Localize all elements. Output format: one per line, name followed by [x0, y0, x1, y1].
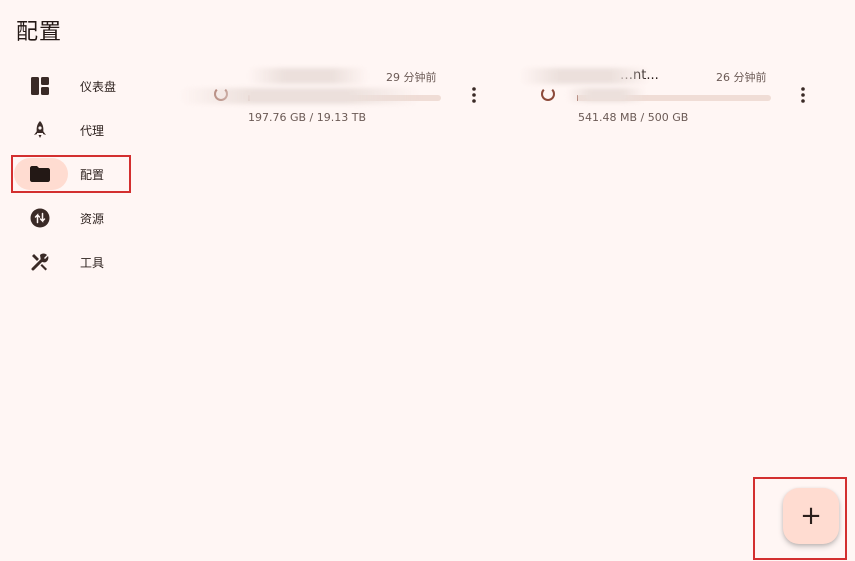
- profile-menu-button[interactable]: [464, 84, 484, 106]
- dashboard-icon: [29, 76, 51, 96]
- profile-menu-button[interactable]: [793, 84, 813, 106]
- more-vert-icon: [801, 87, 805, 103]
- traffic-usage: 197.76 GB / 19.13 TB: [248, 111, 367, 124]
- profile-updated-time: 26 分钟前: [716, 71, 767, 84]
- swap-vert-icon: [29, 208, 51, 228]
- redacted-name: [520, 68, 650, 84]
- loading-spinner-icon: [541, 87, 555, 101]
- profile-card[interactable]: 29 分钟前 197.76 GB / 19.13 TB: [170, 60, 476, 130]
- sidebar-item-label: 仪表盘: [80, 80, 117, 94]
- redacted-name: [248, 68, 368, 84]
- sidebar-item-label: 配置: [80, 168, 105, 182]
- redacted-overlay: [566, 88, 646, 102]
- rocket-icon: [29, 120, 51, 140]
- more-vert-icon: [472, 87, 476, 103]
- folder-icon: [29, 164, 51, 184]
- add-profile-button[interactable]: +: [783, 488, 839, 544]
- sidebar-item-label: 工具: [80, 256, 105, 270]
- profile-updated-time: 29 分钟前: [386, 71, 437, 84]
- redacted-overlay: [180, 88, 420, 104]
- add-icon: +: [800, 501, 822, 531]
- sidebar-item-label: 代理: [80, 124, 105, 138]
- sidebar-item-dashboard[interactable]: 仪表盘: [14, 70, 128, 102]
- sidebar-item-label: 资源: [80, 212, 105, 226]
- sidebar-item-resources[interactable]: 资源: [14, 202, 128, 234]
- sidebar-item-tools[interactable]: 工具: [14, 246, 128, 278]
- traffic-usage: 541.48 MB / 500 GB: [578, 111, 689, 124]
- sidebar-item-profiles[interactable]: 配置: [11, 155, 131, 193]
- sidebar-item-proxy[interactable]: 代理: [14, 114, 128, 146]
- tools-icon: [29, 252, 51, 272]
- page-title: 配置: [16, 20, 63, 45]
- profile-card[interactable]: …nt... 26 分钟前 541.48 MB / 500 GB: [500, 60, 805, 130]
